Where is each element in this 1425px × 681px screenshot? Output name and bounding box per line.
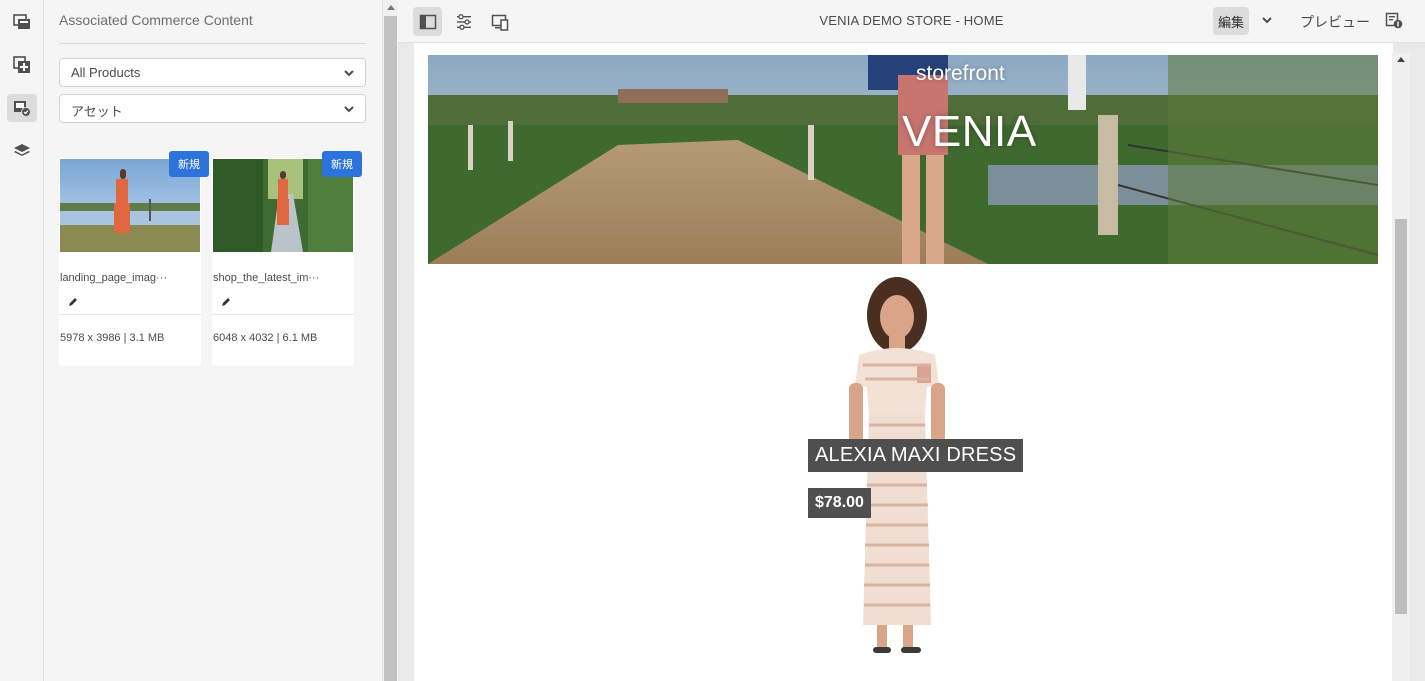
panel-title: Associated Commerce Content — [59, 12, 253, 28]
asset-name: landing_page_imag··· — [60, 272, 168, 284]
edit-icon[interactable] — [68, 294, 78, 306]
editor-canvas: storefront VENIA ALEXIA MAXI DRESS $78.0… — [398, 43, 1425, 681]
page-info-icon[interactable] — [1385, 11, 1405, 31]
chevron-down-icon[interactable] — [1261, 13, 1275, 27]
edit-mode-button[interactable]: 編集 — [1213, 7, 1249, 35]
add-component-icon[interactable] — [7, 51, 37, 79]
chevron-down-icon — [343, 67, 355, 79]
new-badge: 新規 — [322, 151, 362, 177]
page-frame[interactable]: storefront VENIA ALEXIA MAXI DRESS $78.0… — [414, 43, 1393, 681]
layers-icon[interactable] — [7, 137, 37, 165]
canvas-scrollbar[interactable] — [1392, 53, 1410, 681]
asset-meta: 5978 x 3986 | 3.1 MB — [60, 332, 165, 344]
asset-card[interactable]: 新規 landing_page_imag··· 5978 x 3986 | 3.… — [59, 151, 209, 366]
scroll-up-arrow-icon[interactable] — [387, 5, 395, 10]
asset-name: shop_the_latest_im··· — [213, 272, 320, 284]
asset-card[interactable]: 新規 shop_the_latest_im··· 6048 x 4032 | 6… — [212, 151, 362, 366]
divider — [59, 314, 201, 315]
left-rail — [0, 0, 44, 681]
scrollbar-thumb[interactable] — [1395, 219, 1407, 614]
hero-banner[interactable]: storefront VENIA — [428, 55, 1378, 264]
new-badge: 新規 — [169, 151, 209, 177]
edit-icon[interactable] — [221, 294, 231, 306]
product-filter-value: All Products — [71, 65, 141, 80]
commerce-assets-icon[interactable] — [7, 94, 37, 122]
content-type-select[interactable]: アセット — [59, 94, 366, 123]
side-panel: Associated Commerce Content All Products… — [44, 0, 382, 681]
hero-title: VENIA — [902, 107, 1037, 156]
product-name-label[interactable]: ALEXIA MAXI DRESS — [808, 439, 1024, 472]
hero-image — [428, 55, 1378, 264]
hero-subtitle: storefront — [916, 62, 1005, 85]
editor-toolbar: VENIA DEMO STORE - HOME 編集 プレビュー — [398, 0, 1425, 43]
scroll-up-arrow-icon[interactable] — [1397, 57, 1405, 62]
asset-meta: 6048 x 4032 | 6.1 MB — [213, 332, 318, 344]
panel-scrollbar[interactable] — [382, 0, 398, 681]
chevron-down-icon — [343, 103, 355, 115]
product-price-label[interactable]: $78.00 — [808, 488, 871, 518]
divider — [212, 314, 354, 315]
content-type-value: アセット — [71, 104, 123, 119]
scrollbar-thumb[interactable] — [384, 16, 397, 681]
product-filter-select[interactable]: All Products — [59, 58, 366, 87]
divider — [59, 43, 366, 44]
page-tree-icon[interactable] — [7, 8, 37, 36]
preview-button[interactable]: プレビュー — [1300, 12, 1370, 32]
